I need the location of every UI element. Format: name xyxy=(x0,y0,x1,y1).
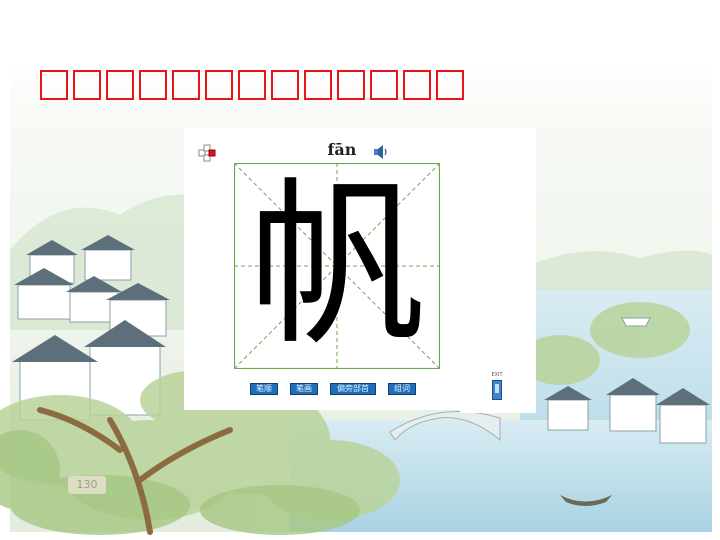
title-placeholder-box xyxy=(40,70,68,100)
title-placeholder-box xyxy=(370,70,398,100)
toolbar-button-1[interactable]: 笔画 xyxy=(290,383,318,395)
exit-icon[interactable] xyxy=(492,380,502,400)
toolbar-button-0[interactable]: 笔顺 xyxy=(250,383,278,395)
title-placeholder-box xyxy=(436,70,464,100)
title-placeholder-box xyxy=(337,70,365,100)
exit-label: EXIT xyxy=(491,372,503,378)
title-placeholder-box xyxy=(172,70,200,100)
control-icon[interactable] xyxy=(198,144,216,162)
title-placeholder-row xyxy=(40,70,464,104)
pinyin-label: fān xyxy=(327,140,357,159)
title-placeholder-box xyxy=(238,70,266,100)
title-placeholder-box xyxy=(403,70,431,100)
toolbar-button-3[interactable]: 组词 xyxy=(388,383,416,395)
panel-side-area xyxy=(460,128,536,413)
page-number: 130 xyxy=(68,476,106,494)
title-placeholder-box xyxy=(139,70,167,100)
speaker-icon[interactable] xyxy=(373,144,389,160)
title-placeholder-box xyxy=(106,70,134,100)
title-placeholder-box xyxy=(271,70,299,100)
title-placeholder-box xyxy=(304,70,332,100)
title-placeholder-box xyxy=(73,70,101,100)
title-placeholder-box xyxy=(205,70,233,100)
toolbar-button-2[interactable]: 偏旁部首 xyxy=(330,383,376,395)
character-glyph: 帆 xyxy=(248,162,426,369)
toolbar: 笔顺 笔画 偏旁部首 组词 xyxy=(250,383,416,395)
